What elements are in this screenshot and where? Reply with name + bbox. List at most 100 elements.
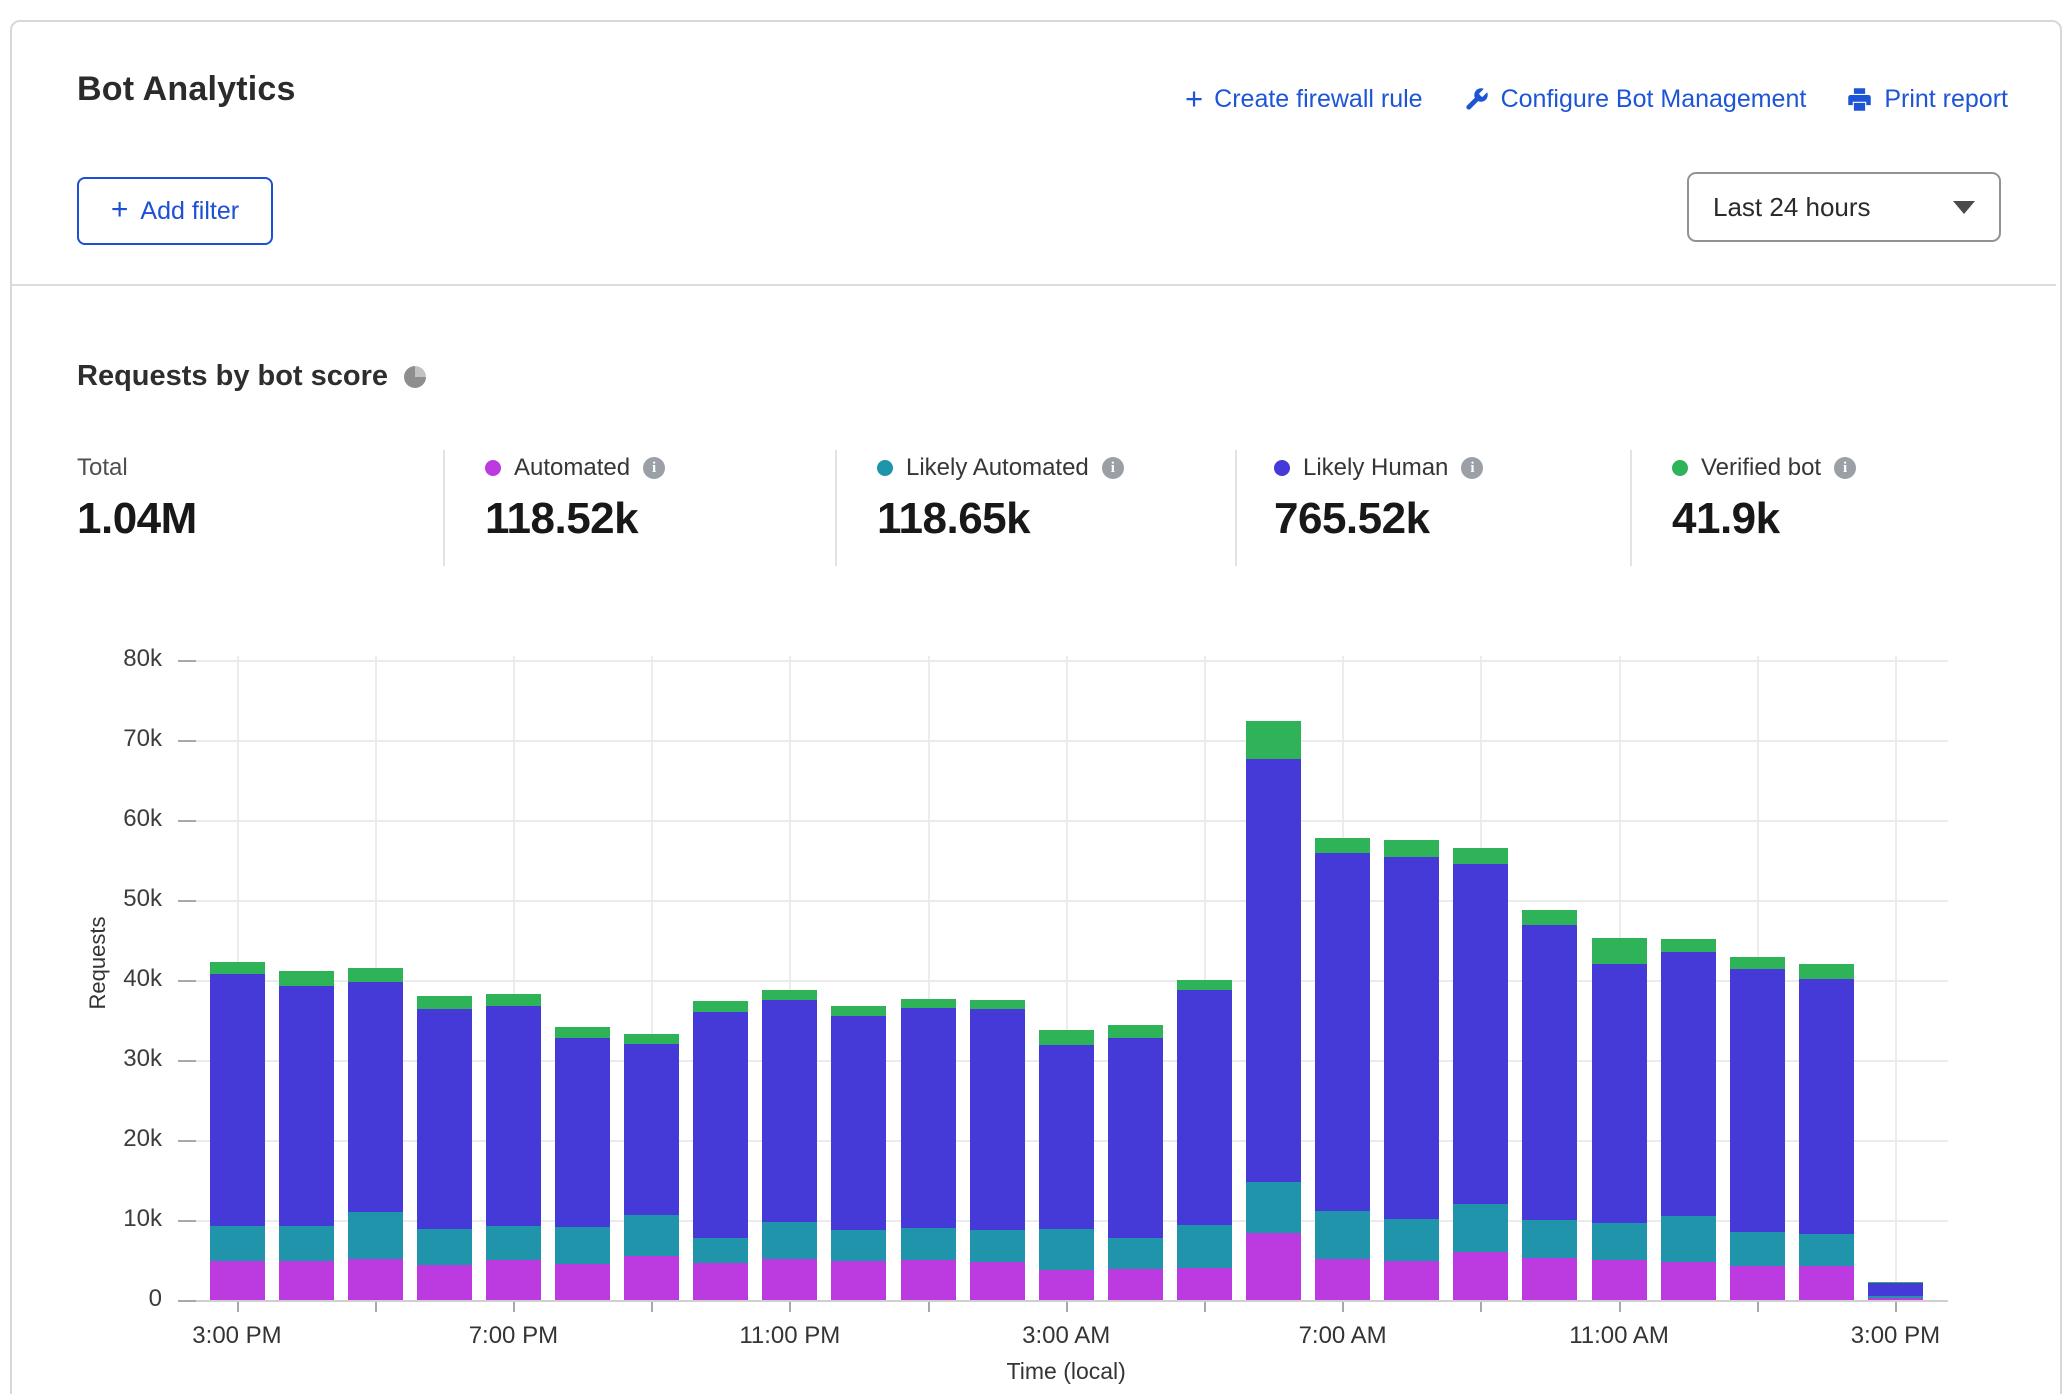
bar-segment-automated [762, 1259, 817, 1300]
bar-10-00-am[interactable] [1522, 910, 1577, 1300]
bar-7-00-pm[interactable] [486, 994, 541, 1300]
bar-segment-verified-bot [1315, 838, 1370, 853]
bar-3-00-pm[interactable] [210, 962, 265, 1300]
bar-segment-likely-automated [486, 1226, 541, 1260]
y-axis-tick [178, 740, 196, 742]
bar-segment-automated [1315, 1259, 1370, 1300]
bar-9-00-pm[interactable] [624, 1034, 679, 1300]
bar-11-00-pm[interactable] [762, 990, 817, 1300]
bar-segment-likely-automated [693, 1238, 748, 1264]
bar-5-00-am[interactable] [1177, 980, 1232, 1300]
requests-by-bot-score-chart: 010k20k30k40k50k60k70k80k3:00 PM7:00 PM1… [12, 22, 2060, 1394]
bar-segment-automated [1661, 1262, 1716, 1300]
bar-segment-likely-automated [1039, 1229, 1094, 1271]
bar-segment-automated [970, 1262, 1025, 1300]
x-tick-label: 11:00 AM [1539, 1322, 1699, 1350]
bar-10-00-pm[interactable] [693, 1001, 748, 1300]
bar-segment-likely-human [348, 982, 403, 1212]
y-axis-tick [178, 1300, 196, 1302]
bar-segment-verified-bot [417, 996, 472, 1009]
bar-5-00-pm[interactable] [348, 968, 403, 1300]
bar-segment-likely-automated [210, 1226, 265, 1261]
bar-segment-likely-human [1315, 853, 1370, 1211]
bar-segment-likely-automated [1868, 1296, 1923, 1298]
y-tick-label: 0 [52, 1285, 162, 1313]
bar-segment-verified-bot [1799, 964, 1854, 979]
bar-segment-likely-automated [1661, 1216, 1716, 1262]
y-axis-tick [178, 980, 196, 982]
bar-segment-verified-bot [1039, 1030, 1094, 1045]
bar-9-00-am[interactable] [1453, 848, 1508, 1300]
bar-segment-automated [1108, 1269, 1163, 1300]
bar-segment-automated [1453, 1252, 1508, 1300]
bar-segment-likely-automated [555, 1227, 610, 1264]
bar-segment-verified-bot [1384, 840, 1439, 857]
bar-segment-verified-bot [762, 990, 817, 1000]
bar-segment-likely-human [1246, 759, 1301, 1182]
bar-8-00-pm[interactable] [555, 1027, 610, 1300]
bar-segment-likely-human [624, 1044, 679, 1215]
bar-segment-automated [1039, 1270, 1094, 1300]
bar-segment-automated [1799, 1266, 1854, 1300]
bar-segment-likely-automated [1177, 1225, 1232, 1268]
y-axis-tick [178, 820, 196, 822]
bar-segment-likely-human [486, 1006, 541, 1226]
bar-segment-likely-human [693, 1012, 748, 1238]
bar-segment-likely-automated [762, 1222, 817, 1259]
bar-segment-likely-human [1730, 969, 1785, 1232]
grid-line-y [196, 820, 1948, 822]
bar-4-00-pm[interactable] [279, 971, 334, 1300]
x-tick-label: 3:00 PM [1815, 1322, 1975, 1350]
bar-2-00-am[interactable] [970, 1000, 1025, 1300]
bar-segment-automated [1384, 1261, 1439, 1300]
bar-8-00-am[interactable] [1384, 840, 1439, 1300]
y-tick-label: 20k [52, 1125, 162, 1153]
grid-line-y [196, 740, 1948, 742]
bar-segment-verified-bot [1592, 938, 1647, 964]
bar-6-00-am[interactable] [1246, 721, 1301, 1300]
y-axis-tick [178, 1060, 196, 1062]
bar-12-00-pm[interactable] [1661, 939, 1716, 1300]
bar-3-00-pm[interactable] [1868, 1282, 1923, 1300]
y-tick-label: 60k [52, 805, 162, 833]
bar-segment-verified-bot [970, 1000, 1025, 1009]
bar-segment-likely-automated [1799, 1234, 1854, 1266]
bar-segment-verified-bot [901, 999, 956, 1008]
bar-4-00-am[interactable] [1108, 1025, 1163, 1300]
bar-segment-automated [417, 1265, 472, 1300]
bar-1-00-pm[interactable] [1730, 957, 1785, 1300]
bar-segment-automated [901, 1260, 956, 1300]
bar-segment-likely-human [831, 1016, 886, 1230]
grid-line-y [196, 900, 1948, 902]
bar-segment-likely-human [417, 1009, 472, 1229]
bar-segment-verified-bot [1246, 721, 1301, 759]
bar-segment-likely-automated [624, 1215, 679, 1256]
grid-line-y [196, 660, 1948, 662]
bar-segment-verified-bot [1453, 848, 1508, 864]
bar-6-00-pm[interactable] [417, 996, 472, 1300]
bar-segment-likely-human [210, 974, 265, 1226]
bar-segment-likely-human [1384, 857, 1439, 1219]
y-axis-title: Requests [85, 863, 111, 1063]
bar-segment-automated [1868, 1298, 1923, 1300]
bar-segment-likely-human [1661, 952, 1716, 1216]
bar-11-00-am[interactable] [1592, 938, 1647, 1300]
bar-segment-automated [1592, 1260, 1647, 1300]
y-tick-label: 70k [52, 725, 162, 753]
bar-1-00-am[interactable] [901, 999, 956, 1300]
bar-3-00-am[interactable] [1039, 1030, 1094, 1300]
bar-7-00-am[interactable] [1315, 838, 1370, 1300]
bar-segment-verified-bot [1661, 939, 1716, 952]
bar-12-00-am[interactable] [831, 1006, 886, 1300]
bar-segment-likely-human [1453, 864, 1508, 1204]
bar-segment-likely-automated [970, 1230, 1025, 1262]
grid-line-y [196, 1300, 1948, 1302]
bar-segment-automated [210, 1261, 265, 1300]
bar-segment-verified-bot [1522, 910, 1577, 925]
analytics-card: Bot Analytics + Create firewall rule Con… [10, 20, 2062, 1394]
bar-segment-likely-automated [1315, 1211, 1370, 1259]
bar-2-00-pm[interactable] [1799, 964, 1854, 1300]
bar-segment-likely-automated [348, 1212, 403, 1259]
bar-segment-automated [348, 1259, 403, 1300]
bar-segment-automated [555, 1264, 610, 1300]
